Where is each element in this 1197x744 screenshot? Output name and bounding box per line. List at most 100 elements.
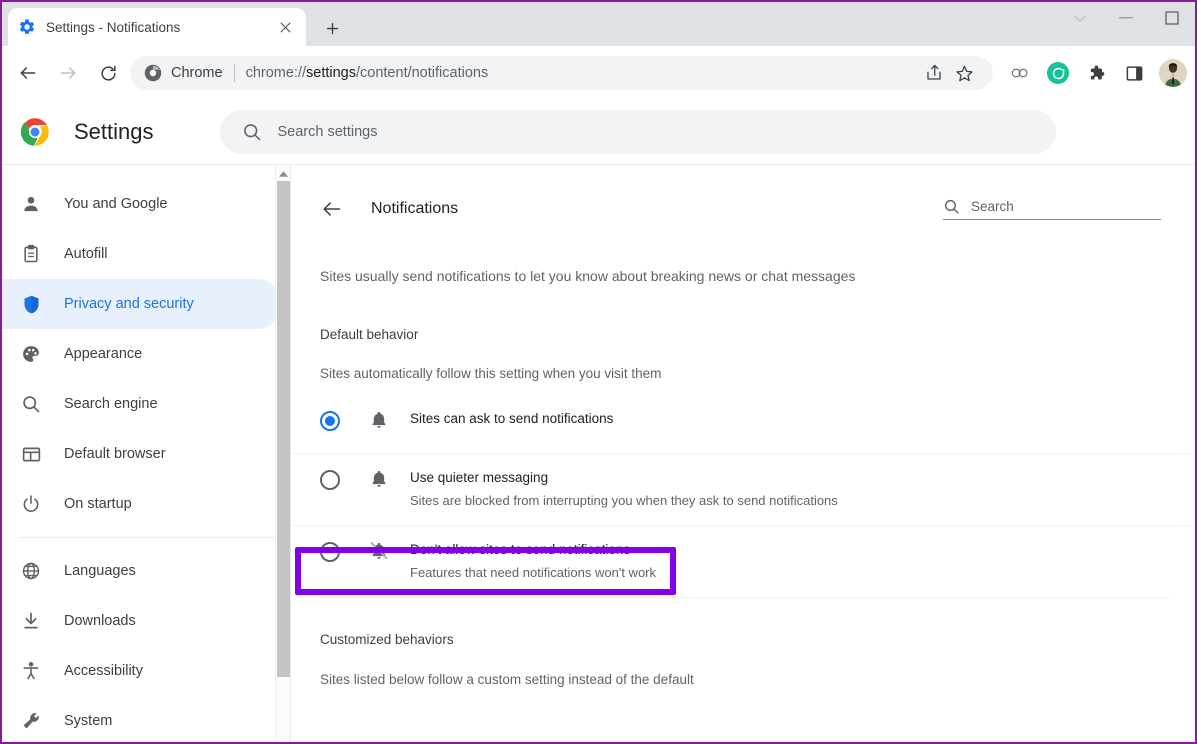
settings-header: Settings Search settings bbox=[2, 100, 1195, 164]
new-tab-button[interactable] bbox=[318, 14, 346, 42]
sidebar-item-you-and-google[interactable]: You and Google bbox=[2, 179, 282, 229]
close-icon[interactable] bbox=[274, 16, 296, 38]
omnibox-url-prefix: chrome:// bbox=[245, 65, 307, 81]
omnibox-url: chrome://settings/content/notifications bbox=[246, 65, 489, 81]
radio-button[interactable] bbox=[320, 542, 340, 562]
accessibility-icon bbox=[20, 660, 42, 682]
option-texts: Sites can ask to send notifications bbox=[410, 409, 613, 429]
browser-toolbar: Chrome chrome://settings/content/notific… bbox=[2, 46, 1195, 100]
person-icon bbox=[20, 193, 42, 215]
bell-icon bbox=[368, 409, 390, 431]
browser-tab-settings[interactable]: Settings - Notifications bbox=[8, 8, 306, 46]
back-arrow-icon[interactable] bbox=[12, 57, 44, 89]
option-description: Sites are blocked from interrupting you … bbox=[410, 493, 838, 508]
magnifier-icon bbox=[20, 393, 42, 415]
sidebar-item-label: Languages bbox=[64, 563, 136, 579]
omnibox-url-suffix: /content/notifications bbox=[356, 65, 489, 81]
forward-arrow-icon[interactable] bbox=[52, 57, 84, 89]
user-avatar[interactable] bbox=[1159, 59, 1187, 87]
omnibox-scheme-label: Chrome bbox=[171, 65, 223, 81]
puzzle-piece-icon[interactable] bbox=[1080, 57, 1112, 89]
omnibox-separator bbox=[233, 64, 235, 82]
radio-button[interactable] bbox=[320, 411, 340, 431]
scroll-up-arrow-icon[interactable] bbox=[276, 167, 291, 181]
sidebar-item-default-browser[interactable]: Default browser bbox=[2, 429, 282, 479]
clipboard-icon bbox=[20, 243, 42, 265]
option-description: Features that need notifications won't w… bbox=[410, 565, 657, 580]
customized-behaviors-heading: Customized behaviors bbox=[320, 632, 454, 647]
back-arrow-icon[interactable] bbox=[319, 196, 345, 222]
sidebar-item-accessibility[interactable]: Accessibility bbox=[2, 646, 282, 696]
page-title: Settings bbox=[74, 119, 154, 144]
sidebar-item-autofill[interactable]: Autofill bbox=[2, 229, 282, 279]
sidebar-item-appearance[interactable]: Appearance bbox=[2, 329, 282, 379]
globe-icon bbox=[20, 560, 42, 582]
tab-strip: Settings - Notifications bbox=[2, 2, 1195, 46]
blue-gear-icon bbox=[18, 18, 36, 36]
wrench-icon bbox=[20, 710, 42, 732]
option-texts: Use quieter messaging Sites are blocked … bbox=[410, 468, 838, 511]
radio-option-use-quieter-messaging[interactable]: Use quieter messaging Sites are blocked … bbox=[291, 453, 1195, 525]
sidebar-item-label: Privacy and security bbox=[64, 296, 194, 312]
palette-icon bbox=[20, 343, 42, 365]
settings-sidebar: You and Google Autofill Privacy and secu… bbox=[2, 165, 291, 742]
reload-icon[interactable] bbox=[92, 57, 124, 89]
sidebar-item-system[interactable]: System bbox=[2, 696, 282, 742]
omnibox-actions bbox=[911, 58, 979, 88]
option-title: Don't allow sites to send notifications bbox=[410, 542, 631, 557]
side-panel-icon[interactable] bbox=[1118, 57, 1150, 89]
radio-option-dont-allow[interactable]: Don't allow sites to send notifications … bbox=[291, 525, 1195, 597]
maximize-icon[interactable] bbox=[1149, 2, 1195, 34]
sidebar-item-label: System bbox=[64, 713, 113, 729]
address-bar[interactable]: Chrome chrome://settings/content/notific… bbox=[130, 56, 993, 90]
grammarly-icon[interactable] bbox=[1042, 57, 1074, 89]
sidebar-item-search-engine[interactable]: Search engine bbox=[2, 379, 282, 429]
sidebar-item-label: You and Google bbox=[64, 196, 168, 212]
shield-icon bbox=[20, 293, 42, 315]
default-behavior-heading: Default behavior bbox=[320, 327, 419, 342]
tab-title: Settings - Notifications bbox=[46, 19, 181, 35]
minimize-icon[interactable] bbox=[1103, 2, 1149, 34]
sidebar-item-label: Default browser bbox=[64, 446, 166, 462]
scrollbar-thumb[interactable] bbox=[277, 181, 290, 677]
window-controls bbox=[1057, 2, 1195, 46]
notifications-panel: Notifications Search Sites usually send … bbox=[291, 165, 1195, 742]
sidebar-item-privacy-and-security[interactable]: Privacy and security bbox=[2, 279, 282, 329]
sidebar-divider bbox=[20, 537, 276, 538]
browser-window: Settings - Notifications Chrome chrome:/… bbox=[0, 0, 1197, 744]
sidebar-item-on-startup[interactable]: On startup bbox=[2, 479, 282, 529]
sidebar-item-downloads[interactable]: Downloads bbox=[2, 596, 282, 646]
star-icon[interactable] bbox=[949, 58, 979, 88]
chrome-logo-icon bbox=[20, 117, 50, 147]
search-input[interactable]: Search settings bbox=[219, 110, 1056, 154]
settings-content: You and Google Autofill Privacy and secu… bbox=[2, 164, 1195, 742]
sidebar-item-label: Accessibility bbox=[64, 663, 143, 679]
radio-option-sites-can-ask[interactable]: Sites can ask to send notifications bbox=[291, 395, 1195, 453]
search-icon bbox=[943, 198, 960, 215]
panel-header: Notifications Search bbox=[291, 165, 1195, 227]
panel-search-input[interactable]: Search bbox=[943, 198, 1161, 220]
chevron-down-icon[interactable] bbox=[1057, 2, 1103, 34]
default-behavior-subtext: Sites automatically follow this setting … bbox=[320, 366, 662, 381]
sidebar-item-label: On startup bbox=[64, 496, 132, 512]
sidebar-item-languages[interactable]: Languages bbox=[2, 546, 282, 596]
radio-button[interactable] bbox=[320, 470, 340, 490]
browser-window-icon bbox=[20, 443, 42, 465]
power-icon bbox=[20, 493, 42, 515]
panel-search-placeholder: Search bbox=[971, 199, 1014, 214]
sidebar-scrollbar[interactable] bbox=[275, 165, 291, 742]
search-icon bbox=[242, 122, 262, 142]
sidebar-item-label: Downloads bbox=[64, 613, 136, 629]
option-texts: Don't allow sites to send notifications … bbox=[410, 540, 656, 583]
bell-icon bbox=[368, 468, 390, 490]
bell-off-icon bbox=[368, 540, 390, 562]
default-behavior-options: Sites can ask to send notifications Use … bbox=[291, 395, 1195, 597]
sidebar-item-label: Autofill bbox=[64, 246, 108, 262]
chrome-icon bbox=[144, 64, 162, 82]
sidebar-item-label: Appearance bbox=[64, 346, 143, 362]
option-title: Use quieter messaging bbox=[410, 470, 549, 485]
share-icon[interactable] bbox=[919, 58, 949, 88]
chain-link-icon[interactable] bbox=[1004, 57, 1036, 89]
search-placeholder: Search settings bbox=[277, 124, 378, 140]
grammarly-badge bbox=[1047, 62, 1069, 84]
